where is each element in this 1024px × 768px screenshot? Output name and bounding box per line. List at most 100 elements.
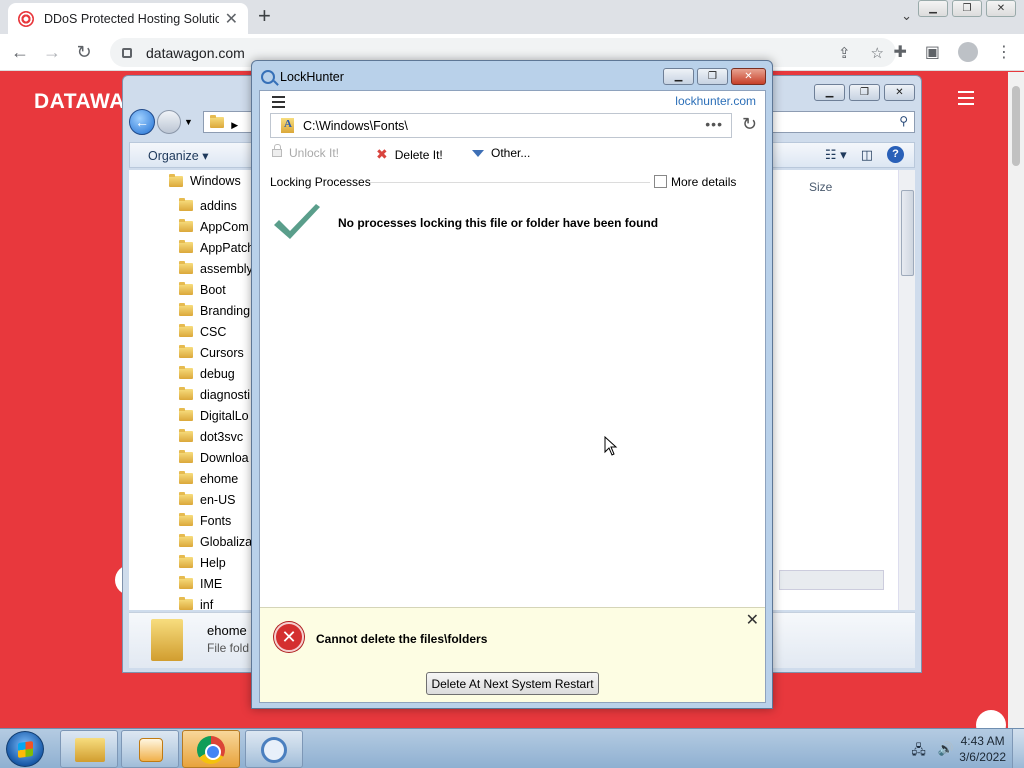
explorer-window-controls: ▁ ❐ ✕ xyxy=(814,84,915,101)
maximize-button[interactable]: ❐ xyxy=(952,0,982,17)
page-scrollbar[interactable] xyxy=(1008,72,1024,728)
tree-item[interactable]: CSC xyxy=(179,321,254,342)
lock-icon xyxy=(122,47,132,58)
other-button[interactable]: Other... xyxy=(472,146,530,160)
tree-item[interactable]: ehome xyxy=(179,468,254,489)
tree-root[interactable]: Windows xyxy=(169,173,241,188)
clock[interactable]: 4:43 AM 3/6/2022 xyxy=(959,733,1006,765)
close-button[interactable]: ✕ xyxy=(731,68,766,85)
tree-item[interactable]: Branding xyxy=(179,300,254,321)
tree-item[interactable]: en-US xyxy=(179,489,254,510)
scrollbar-thumb[interactable] xyxy=(901,190,914,276)
taskbar-media-player[interactable] xyxy=(121,730,179,768)
back-arrow-icon[interactable]: ← xyxy=(129,109,155,135)
help-icon[interactable]: ? xyxy=(887,146,904,163)
tree-item[interactable]: diagnosti xyxy=(179,384,254,405)
more-details-checkbox[interactable] xyxy=(654,175,667,188)
folder-icon xyxy=(179,198,193,211)
tree-item[interactable]: Fonts xyxy=(179,510,254,531)
notice-close-icon[interactable]: ✕ xyxy=(746,610,759,630)
share-icon[interactable]: ⇪ xyxy=(838,44,851,62)
side-panel-icon[interactable]: ▣ xyxy=(925,42,940,62)
volume-icon[interactable]: 🔊 xyxy=(938,741,954,763)
unlock-button[interactable]: Unlock It! xyxy=(272,144,339,160)
reload-icon[interactable]: ↻ xyxy=(72,42,96,63)
history-dropdown-icon[interactable]: ▼ xyxy=(184,117,193,127)
scrollbar-thumb[interactable] xyxy=(1012,86,1020,166)
network-icon[interactable]: 🖧 xyxy=(911,741,926,763)
maximize-button[interactable]: ❐ xyxy=(849,84,880,101)
tree-item[interactable]: Help xyxy=(179,552,254,573)
tab-close-icon[interactable]: ✕ xyxy=(225,9,238,29)
taskbar-explorer[interactable] xyxy=(60,730,118,768)
chrome-icon xyxy=(197,736,225,764)
details-type: File fold xyxy=(207,641,250,655)
organize-menu[interactable]: Organize ▾ xyxy=(148,148,208,163)
profile-avatar[interactable] xyxy=(958,42,978,62)
horizontal-scrollbar[interactable] xyxy=(779,570,884,590)
tree-item[interactable]: debug xyxy=(179,363,254,384)
system-tray: 🖧 🔊 xyxy=(911,741,954,763)
forward-arrow-icon[interactable] xyxy=(157,110,181,134)
browser-tab[interactable]: DDoS Protected Hosting Solutions ✕ xyxy=(8,3,248,34)
delete-at-restart-button[interactable]: Delete At Next System Restart xyxy=(426,672,599,695)
forward-arrow-icon[interactable]: → xyxy=(40,42,64,63)
lockhunter-titlebar[interactable]: LockHunter ▁ ❐ ✕ xyxy=(252,61,772,91)
tree-item[interactable]: Cursors xyxy=(179,342,254,363)
preview-pane-icon[interactable]: ◫ xyxy=(861,147,873,163)
browser-menu-icon[interactable]: ⋮ xyxy=(996,42,1012,62)
taskbar-chrome[interactable] xyxy=(182,730,240,768)
extensions-puzzle-icon[interactable]: ✚ xyxy=(893,42,906,62)
more-details-label[interactable]: More details xyxy=(671,175,736,189)
view-options-icon[interactable]: ☷ ▾ xyxy=(825,147,847,163)
tree-item[interactable]: Globaliza xyxy=(179,531,254,552)
path-text[interactable]: C:\Windows\Fonts\ xyxy=(303,119,408,133)
start-button[interactable] xyxy=(6,731,44,767)
bookmark-star-icon[interactable]: ☆ xyxy=(871,44,884,62)
close-button[interactable]: ✕ xyxy=(986,0,1016,17)
tree-item[interactable]: addins xyxy=(179,195,254,216)
delete-label: Delete It! xyxy=(394,147,443,162)
close-button[interactable]: ✕ xyxy=(884,84,915,101)
search-icon[interactable]: ⚲ xyxy=(899,114,908,128)
tree-item[interactable]: dot3svc xyxy=(179,426,254,447)
refresh-icon[interactable]: ↻ xyxy=(742,114,757,135)
website-link[interactable]: lockhunter.com xyxy=(675,94,756,108)
tree-item[interactable]: AppCom xyxy=(179,216,254,237)
tree-item[interactable]: assembly xyxy=(179,258,254,279)
navigation-tree: Windows addins AppCom AppPatch assembly … xyxy=(129,170,259,612)
hamburger-menu-icon[interactable] xyxy=(272,96,285,111)
delete-button[interactable]: ✖ Delete It! xyxy=(376,146,443,163)
tree-item[interactable]: Boot xyxy=(179,279,254,300)
tab-search-icon[interactable]: ⌄ xyxy=(901,8,912,24)
tree-item-label: Boot xyxy=(200,282,226,297)
minimize-button[interactable]: ▁ xyxy=(663,68,694,85)
column-header-size[interactable]: Size xyxy=(809,180,832,194)
tree-item-label: DigitalLo xyxy=(200,408,249,423)
tree-item-label: Globaliza xyxy=(200,534,253,549)
show-desktop-button[interactable] xyxy=(1012,729,1024,768)
explorer-search-input[interactable]: ⚲ xyxy=(765,111,915,133)
tree-items: addins AppCom AppPatch assembly Boot Bra… xyxy=(179,195,254,615)
tree-item[interactable]: Downloa xyxy=(179,447,254,468)
new-tab-button[interactable]: + xyxy=(258,5,271,27)
site-menu-icon[interactable] xyxy=(958,91,974,109)
folder-icon xyxy=(179,450,193,463)
site-logo[interactable]: DATAWA xyxy=(34,90,125,114)
path-field[interactable]: C:\Windows\Fonts\ ••• xyxy=(270,113,732,138)
maximize-button[interactable]: ❐ xyxy=(697,68,728,85)
url-text[interactable]: datawagon.com xyxy=(146,45,245,61)
tree-item[interactable]: IME xyxy=(179,573,254,594)
other-label: Other... xyxy=(491,146,531,160)
minimize-button[interactable]: ▁ xyxy=(814,84,845,101)
tree-item-label: en-US xyxy=(200,492,236,507)
minimize-button[interactable]: ▁ xyxy=(918,0,948,17)
taskbar-lockhunter[interactable] xyxy=(245,730,303,768)
tree-item[interactable]: AppPatch xyxy=(179,237,254,258)
back-arrow-icon[interactable]: ← xyxy=(8,42,32,63)
tree-item-label: diagnosti xyxy=(200,387,251,402)
browse-button[interactable]: ••• xyxy=(705,116,723,132)
tree-item-label: inf xyxy=(200,597,214,612)
tree-item[interactable]: DigitalLo xyxy=(179,405,254,426)
explorer-scrollbar[interactable] xyxy=(898,170,915,610)
